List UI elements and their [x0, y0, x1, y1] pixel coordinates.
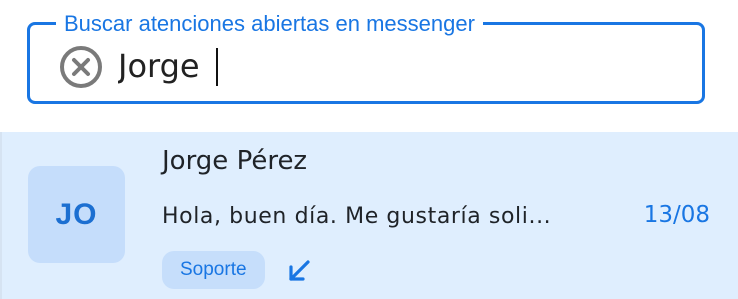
- search-field[interactable]: Buscar atenciones abiertas en messenger: [27, 10, 705, 104]
- avatar: JO: [28, 166, 125, 263]
- text-cursor: [216, 48, 218, 86]
- search-input[interactable]: [118, 43, 678, 89]
- search-label: Buscar atenciones abiertas en messenger: [56, 10, 483, 38]
- message-date: 13/08: [643, 202, 710, 228]
- contact-name: Jorge Pérez: [162, 146, 308, 176]
- arrow-down-left-icon: [289, 260, 310, 281]
- messenger-search-page: Buscar atenciones abiertas en messenger …: [0, 0, 738, 299]
- category-tag: Soporte: [162, 251, 265, 289]
- list-item[interactable]: JO Jorge Pérez Hola, buen día. Me gustar…: [0, 132, 738, 299]
- avatar-initials: JO: [55, 197, 98, 231]
- clear-circle-icon[interactable]: [59, 45, 103, 89]
- message-preview: Hola, buen día. Me gustaría soli...: [162, 204, 552, 229]
